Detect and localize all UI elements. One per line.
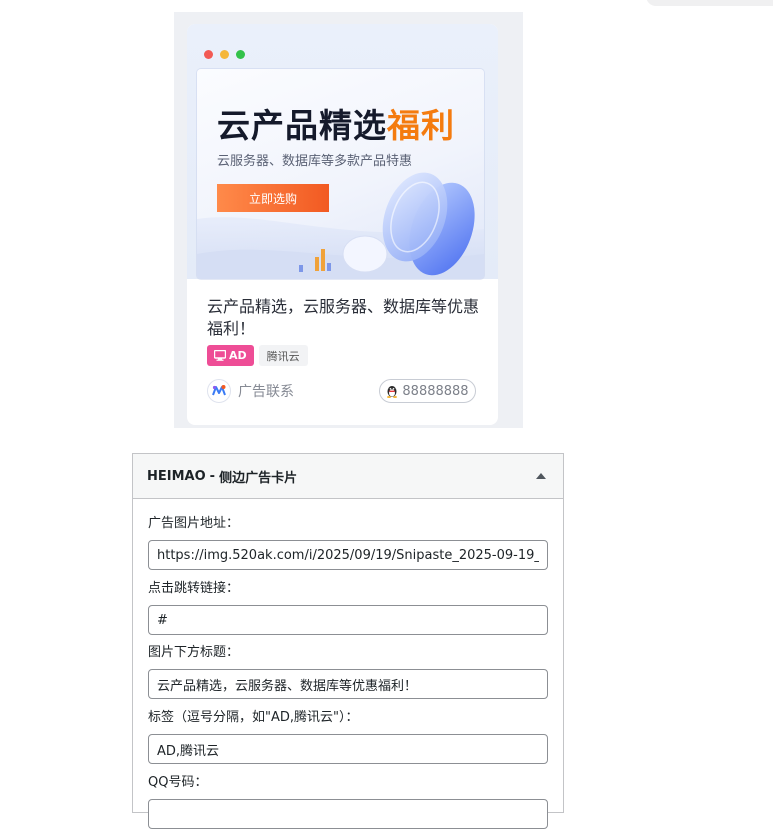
field-card-title: 图片下方标题： xyxy=(148,643,548,699)
link-url-input[interactable] xyxy=(148,605,548,635)
ad-contact[interactable]: 广告联系 xyxy=(207,379,294,403)
qq-number: 88888888 xyxy=(402,383,469,399)
widget-settings-panel: HEIMAO - 侧边广告卡片 广告图片地址： 点击跳转链接： 图片下方标题： … xyxy=(132,453,564,829)
card-title-label: 图片下方标题： xyxy=(148,645,240,660)
tag-ad-label: AD xyxy=(229,349,247,362)
penguin-icon xyxy=(387,386,398,398)
qq-input[interactable] xyxy=(148,799,548,829)
qq-contact-button[interactable]: 88888888 xyxy=(379,379,476,403)
field-link-url: 点击跳转链接： xyxy=(148,579,548,635)
brand-logo-icon xyxy=(207,379,231,403)
tag-ad[interactable]: AD xyxy=(207,345,254,366)
field-tags: 标签（逗号分隔，如"AD,腾讯云"）： xyxy=(148,708,548,764)
card-title-input[interactable] xyxy=(148,669,548,699)
ad-card-preview: 云产品精选福利 云服务器、数据库等多款产品特惠 立即选购 云产品精选，云服务器、… xyxy=(174,12,523,428)
dot-yellow-icon xyxy=(220,50,229,59)
monitor-icon xyxy=(214,350,226,361)
ad-card[interactable]: 云产品精选福利 云服务器、数据库等多款产品特惠 立即选购 云产品精选，云服务器、… xyxy=(187,24,498,425)
top-right-chip xyxy=(646,0,773,6)
dot-red-icon xyxy=(204,50,213,59)
image-url-input[interactable] xyxy=(148,540,548,570)
ad-banner-image[interactable]: 云产品精选福利 云服务器、数据库等多款产品特惠 立即选购 xyxy=(187,24,498,279)
tag-tencent-cloud[interactable]: 腾讯云 xyxy=(258,345,308,366)
tags-label: 标签（逗号分隔，如"AD,腾讯云"）： xyxy=(148,710,359,725)
widget-header[interactable]: HEIMAO - 侧边广告卡片 xyxy=(133,454,563,499)
qq-label: QQ号码： xyxy=(148,775,208,790)
banner-content: 云产品精选福利 云服务器、数据库等多款产品特惠 立即选购 xyxy=(197,69,484,279)
widget-title: 侧边广告卡片 xyxy=(219,470,298,486)
banner-headline: 云产品精选福利 xyxy=(217,106,455,145)
banner-subtitle: 云服务器、数据库等多款产品特惠 xyxy=(217,154,413,169)
buy-now-button[interactable]: 立即选购 xyxy=(217,184,329,212)
triangle-up-icon xyxy=(536,473,546,479)
ad-tags: AD 腾讯云 xyxy=(207,345,308,366)
widget-name: HEIMAO xyxy=(147,468,206,484)
field-image-url: 广告图片地址： xyxy=(148,514,548,570)
ad-card-title[interactable]: 云产品精选，云服务器、数据库等优惠福利！ xyxy=(207,296,479,340)
dot-green-icon xyxy=(236,50,245,59)
link-url-label: 点击跳转链接： xyxy=(148,581,240,596)
widget-toggle-button[interactable] xyxy=(529,464,553,488)
contact-label: 广告联系 xyxy=(238,384,294,400)
tags-input[interactable] xyxy=(148,734,548,764)
image-url-label: 广告图片地址： xyxy=(148,516,240,531)
window-dots xyxy=(204,50,245,59)
widget-title-separator: - xyxy=(209,468,216,484)
field-qq: QQ号码： xyxy=(148,773,548,829)
